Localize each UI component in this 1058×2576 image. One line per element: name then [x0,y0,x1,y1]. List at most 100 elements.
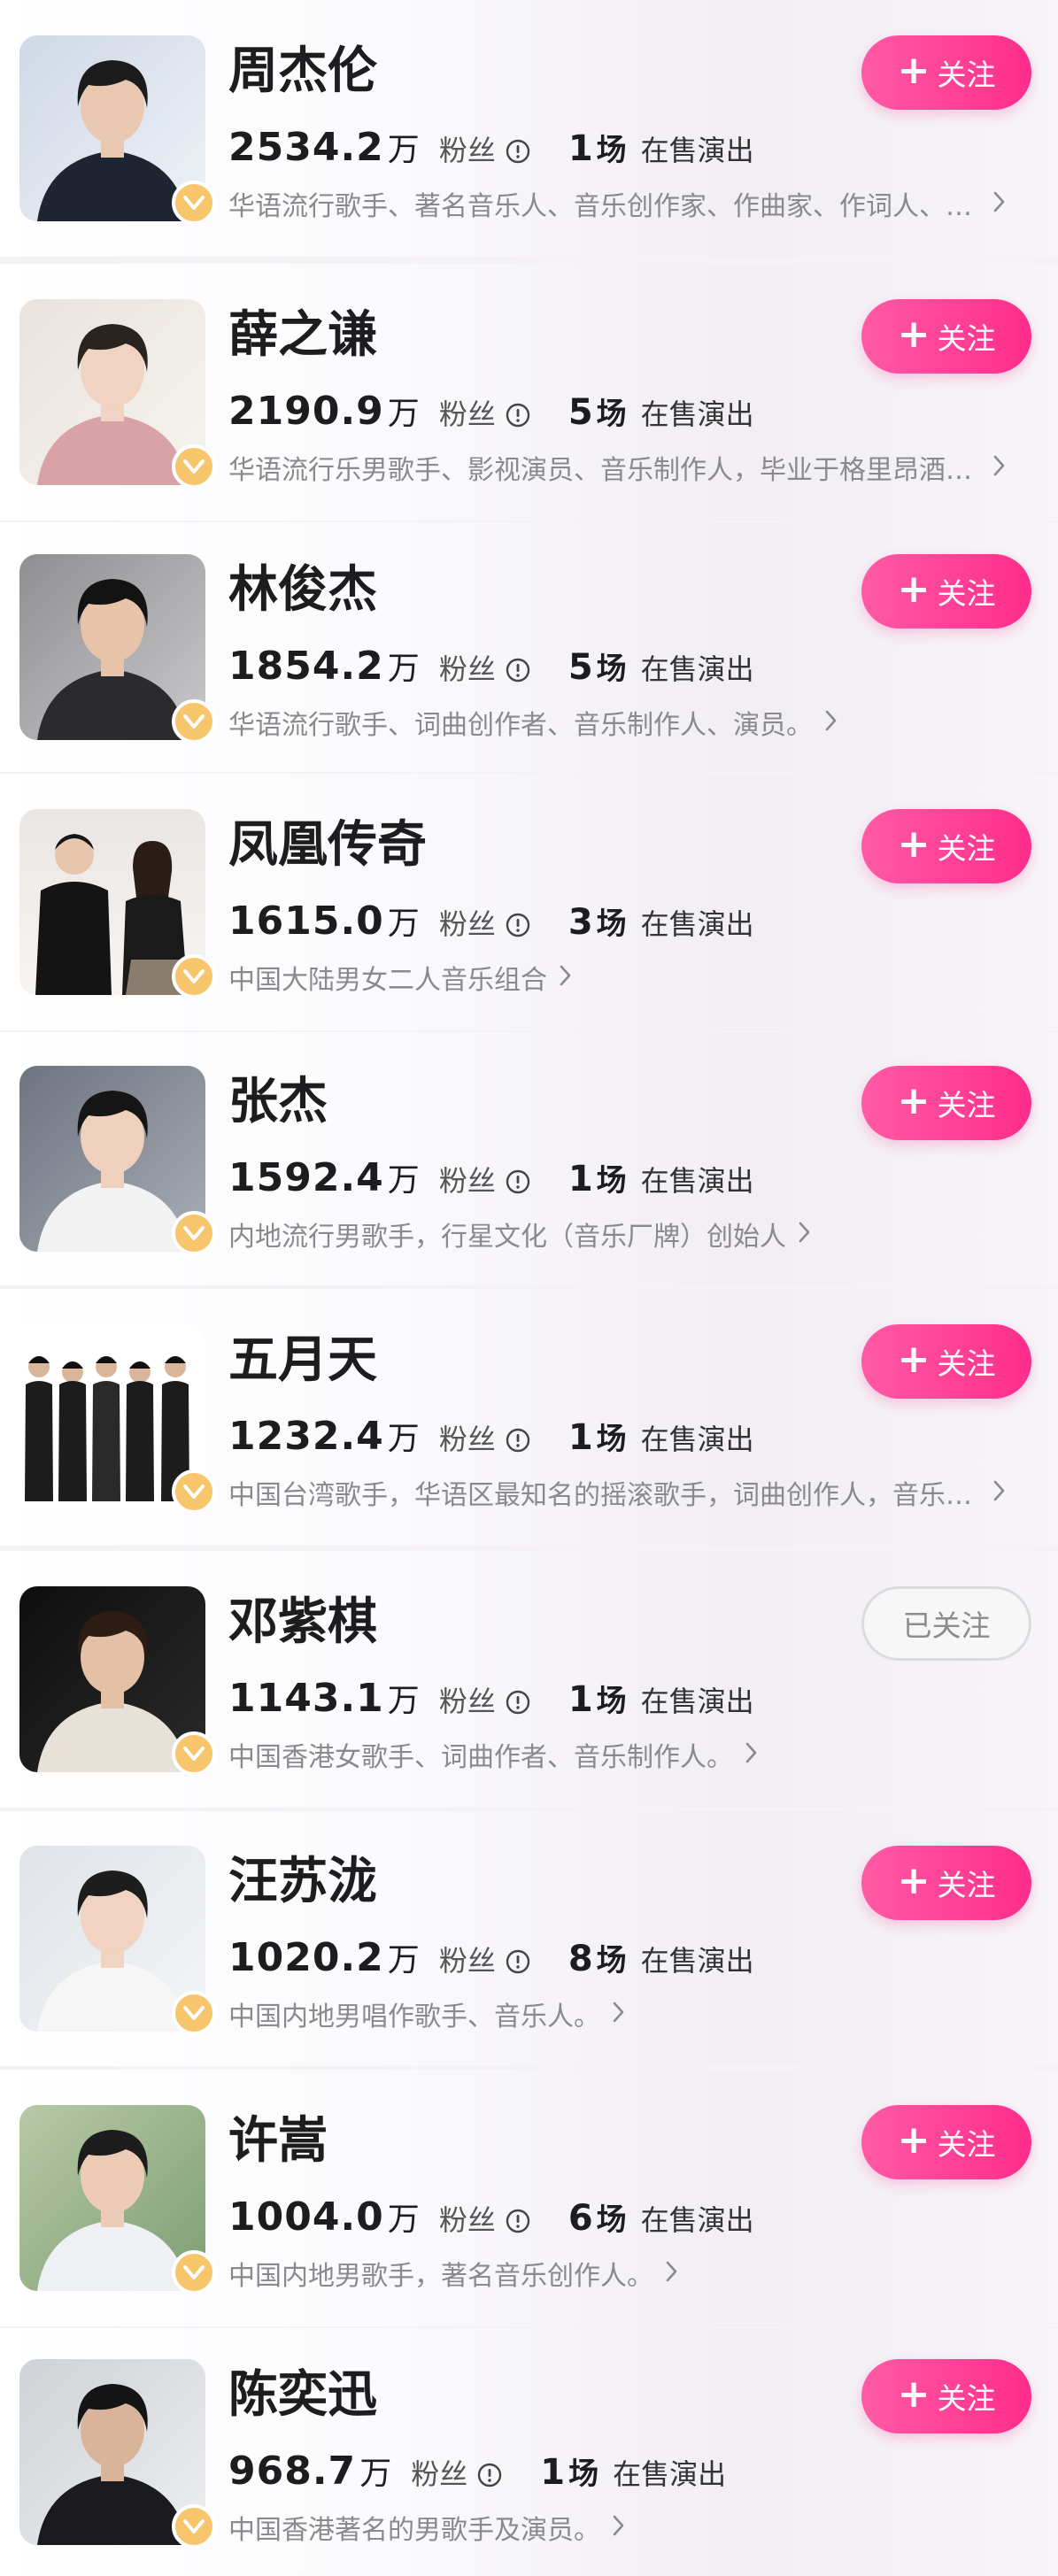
artist-card[interactable]: 陈奕迅 968.7 万 粉丝 1 场 在售演出 中国香港著名的男歌手及演员。 +… [0,2328,1058,2576]
follow-button[interactable]: + 关注 [861,299,1031,374]
shows-unit: 场 [568,2456,599,2492]
artist-name[interactable]: 周杰伦 [228,41,377,103]
verified-badge-icon [172,1991,216,2035]
artist-name[interactable]: 陈奕迅 [228,2364,377,2426]
verified-badge-icon [172,954,216,999]
verified-badge-icon [172,181,216,225]
fans-count: 2534.2 [228,125,384,170]
fans-label: 粉丝 [438,134,496,167]
artist-name[interactable]: 许嵩 [228,2110,328,2172]
follow-button[interactable]: + 关注 [861,35,1031,110]
shows-count: 5 [568,392,593,433]
info-icon[interactable] [505,657,531,687]
shows-label: 在售演出 [640,1685,754,1718]
info-icon[interactable] [505,138,531,168]
artist-avatar-wrap[interactable] [19,2359,216,2549]
artist-avatar-wrap[interactable] [19,809,216,999]
shows-count: 3 [568,902,593,943]
shows-label: 在售演出 [640,397,754,431]
info-icon[interactable] [505,912,531,942]
artist-list: 周杰伦 2534.2 万 粉丝 1 场 在售演出 华语流行歌手、著名音乐人、音乐… [0,0,1058,2576]
artist-card[interactable]: 林俊杰 1854.2 万 粉丝 5 场 在售演出 华语流行歌手、词曲创作者、音乐… [0,522,1058,772]
shows-label: 在售演出 [640,907,754,941]
info-icon[interactable] [505,1948,531,1978]
artist-name[interactable]: 凤凰传奇 [228,814,427,876]
fans-label: 粉丝 [438,1944,496,1978]
artist-description[interactable]: 华语流行歌手、词曲创作者、音乐制作人、演员。 [228,703,839,742]
info-icon[interactable] [505,402,531,432]
artist-description[interactable]: 中国内地男歌手，著名音乐创作人。 [228,2254,680,2293]
artist-description[interactable]: 中国内地男唱作歌手、音乐人。 [228,1994,627,2033]
plus-icon: + [897,821,931,867]
info-icon[interactable] [476,2462,503,2492]
fans-label: 粉丝 [438,652,496,686]
artist-card[interactable]: 汪苏泷 1020.2 万 粉丝 8 场 在售演出 中国内地男唱作歌手、音乐人。 … [0,1811,1058,2066]
info-icon[interactable] [505,2208,531,2238]
description-text: 中国台湾歌手，华语区最知名的摇滚歌手，词曲创作人，音乐制作人 [228,1480,981,1511]
shows-unit: 场 [596,2202,627,2238]
artist-card[interactable]: 许嵩 1004.0 万 粉丝 6 场 在售演出 中国内地男歌手，著名音乐创作人。… [0,2070,1058,2326]
shows-label: 在售演出 [640,1164,754,1198]
artist-card[interactable]: 周杰伦 2534.2 万 粉丝 1 场 在售演出 华语流行歌手、著名音乐人、音乐… [0,0,1058,257]
fans-count: 1020.2 [228,1935,384,1980]
artist-avatar-wrap[interactable] [19,35,216,225]
artist-description[interactable]: 中国台湾歌手，华语区最知名的摇滚歌手，词曲创作人，音乐制作人 [228,1473,1008,1512]
info-icon[interactable] [505,1168,531,1199]
chevron-right-icon [992,1478,1008,1507]
artist-avatar-wrap[interactable] [19,1066,216,1255]
artist-avatar-wrap[interactable] [19,1846,216,2035]
shows-label: 在售演出 [640,1423,754,1456]
artist-card[interactable]: 张杰 1592.4 万 粉丝 1 场 在售演出 内地流行男歌手，行星文化（音乐厂… [0,1032,1058,1285]
artist-description[interactable]: 华语流行乐男歌手、影视演员、音乐制作人，毕业于格里昂酒店管理学院 [228,448,1008,487]
shows-label: 在售演出 [613,2457,727,2491]
artist-name[interactable]: 林俊杰 [228,559,377,621]
verified-badge-icon [172,699,216,744]
artist-description[interactable]: 中国大陆男女二人音乐组合 [228,958,574,997]
artist-name[interactable]: 薛之谦 [228,305,377,366]
follow-button[interactable]: + 关注 [861,809,1031,883]
artist-description[interactable]: 中国香港女歌手、词曲作者、音乐制作人。 [228,1735,760,1774]
follow-label: 关注 [937,1346,996,1381]
artist-description[interactable]: 内地流行男歌手，行星文化（音乐厂牌）创始人 [228,1215,813,1253]
follow-button[interactable]: + 关注 [861,554,1031,629]
artist-avatar-wrap[interactable] [19,1324,216,1514]
artist-description[interactable]: 中国香港著名的男歌手及演员。 [228,2508,627,2547]
shows-count: 1 [540,2452,566,2493]
description-text: 华语流行歌手、著名音乐人、音乐创作家、作曲家、作词人、制作人 [228,191,981,222]
verified-badge-icon [172,444,216,489]
artist-card[interactable]: 邓紫棋 1143.1 万 粉丝 1 场 在售演出 中国香港女歌手、词曲作者、音乐… [0,1551,1058,1808]
follow-button[interactable]: + 关注 [861,2105,1031,2179]
fans-count: 2190.9 [228,389,384,434]
artist-name[interactable]: 汪苏泷 [228,1851,377,1913]
info-icon[interactable] [505,1427,531,1457]
artist-avatar-wrap[interactable] [19,1586,216,1776]
artist-avatar-wrap[interactable] [19,299,216,489]
artist-card[interactable]: 五月天 1232.4 万 粉丝 1 场 在售演出 中国台湾歌手，华语区最知名的摇… [0,1289,1058,1546]
fans-unit: 万 [387,132,420,168]
shows-count: 6 [568,2198,593,2239]
artist-description[interactable]: 华语流行歌手、著名音乐人、音乐创作家、作曲家、作词人、制作人 [228,184,1008,223]
artist-avatar-wrap[interactable] [19,554,216,744]
verified-badge-icon [172,1731,216,1776]
artist-name[interactable]: 张杰 [228,1071,328,1133]
shows-label: 在售演出 [640,1944,754,1978]
followed-button[interactable]: 已关注 [861,1586,1031,1661]
follow-label: 关注 [937,576,996,611]
fans-unit: 万 [387,1942,420,1978]
follow-button[interactable]: + 关注 [861,2359,1031,2433]
artist-name[interactable]: 五月天 [228,1330,377,1392]
artist-avatar-wrap[interactable] [19,2105,216,2294]
follow-button[interactable]: + 关注 [861,1324,1031,1399]
description-text: 华语流行歌手、词曲创作者、音乐制作人、演员。 [228,710,813,741]
artist-name[interactable]: 邓紫棋 [228,1592,377,1654]
follow-button[interactable]: + 关注 [861,1846,1031,1920]
description-text: 中国内地男歌手，著名音乐创作人。 [228,2261,653,2292]
artist-card[interactable]: 薛之谦 2190.9 万 粉丝 5 场 在售演出 华语流行乐男歌手、影视演员、音… [0,264,1058,521]
artist-card[interactable]: 凤凰传奇 1615.0 万 粉丝 3 场 在售演出 中国大陆男女二人音乐组合 +… [0,774,1058,1030]
shows-count: 5 [568,647,593,688]
info-icon[interactable] [505,1689,531,1719]
chevron-right-icon [992,189,1008,218]
follow-label: 关注 [937,321,996,356]
follow-button[interactable]: + 关注 [861,1066,1031,1140]
fans-unit: 万 [359,2456,392,2492]
